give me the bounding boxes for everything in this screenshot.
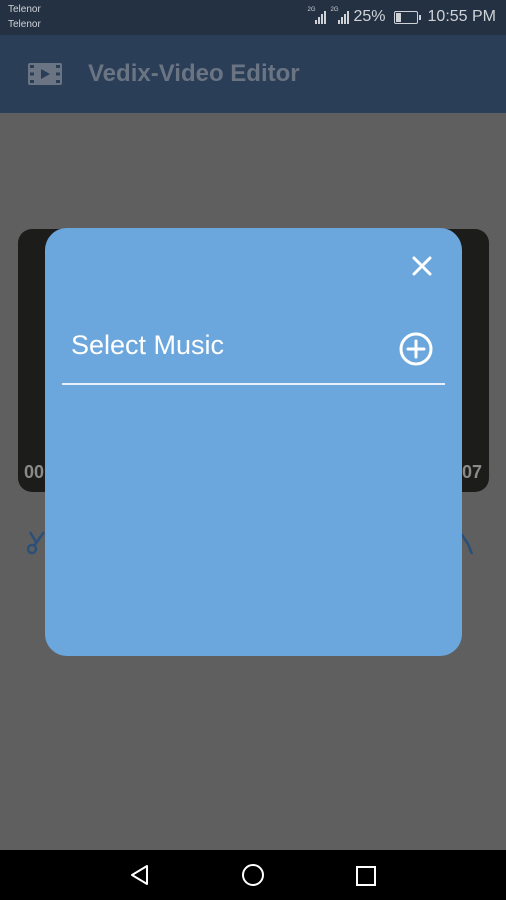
signal-2-icon: 2G — [330, 7, 350, 24]
app-title: Vedix-Video Editor — [88, 60, 300, 87]
home-circle-icon[interactable] — [241, 863, 265, 887]
recent-square-icon[interactable] — [355, 865, 377, 887]
select-music-dialog: Select Music — [45, 228, 462, 656]
dialog-title: Select Music — [71, 330, 225, 360]
close-icon[interactable] — [411, 255, 433, 277]
video-film-icon — [28, 63, 62, 85]
video-start-time: 00 — [24, 462, 45, 482]
back-triangle-icon[interactable] — [128, 863, 152, 887]
clock: 10:55 PM — [427, 8, 496, 25]
video-end-time: 07 — [462, 462, 483, 482]
carrier-2-label: Telenor — [8, 19, 41, 30]
status-bar: Telenor Telenor 2G 2G 25% 10:55 PM — [0, 0, 506, 35]
app-bar: Vedix-Video Editor — [0, 35, 506, 113]
carrier-1-label: Telenor — [8, 4, 41, 15]
network-1-label: 2G — [307, 7, 316, 13]
network-2-label: 2G — [330, 7, 339, 13]
status-indicators: 2G 2G 25% 10:55 PM — [307, 7, 496, 26]
battery-percent: 25% — [353, 8, 386, 25]
dialog-divider — [62, 383, 445, 385]
trim-scissor-icon — [26, 531, 46, 555]
signal-1-icon: 2G — [307, 7, 327, 24]
battery-icon — [393, 10, 421, 24]
add-circle-icon[interactable] — [399, 332, 433, 366]
navigation-bar — [0, 850, 506, 900]
